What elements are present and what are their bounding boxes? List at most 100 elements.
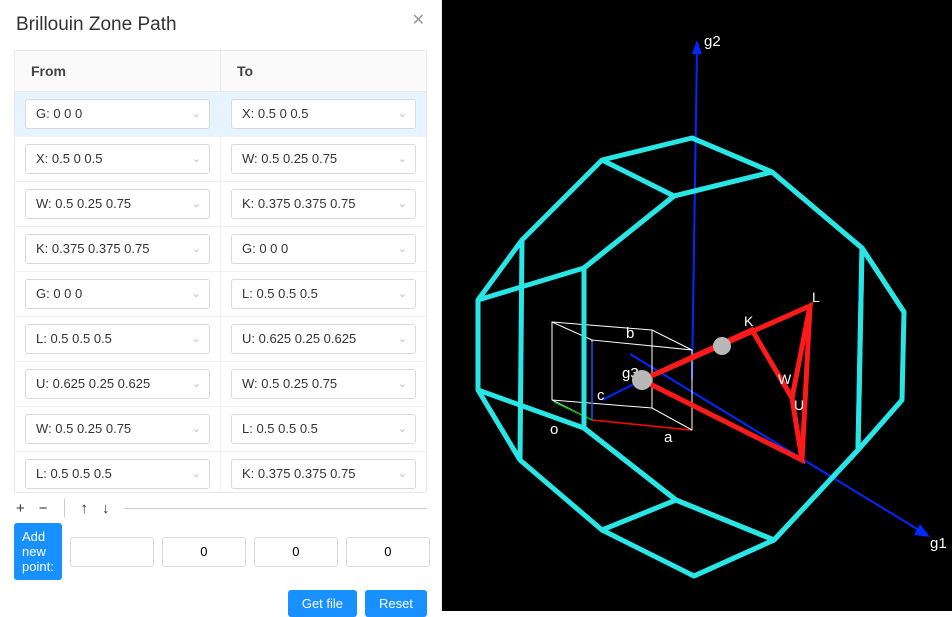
cell-to: L: 0.5 0.5 0.5⌄ xyxy=(221,272,426,316)
bz-panel: ✕ Brillouin Zone Path From To G: 0 0 0⌄ X… xyxy=(0,0,442,611)
to-select[interactable]: L: 0.5 0.5 0.5⌄ xyxy=(231,279,416,309)
to-select[interactable]: X: 0.5 0 0.5⌄ xyxy=(231,99,416,129)
midpoint-sphere xyxy=(713,337,731,355)
table-row[interactable]: G: 0 0 0⌄ X: 0.5 0 0.5⌄ xyxy=(15,92,426,137)
bz-3d-viewer[interactable]: g2 g1 g3 a c b o xyxy=(442,0,952,611)
to-select[interactable]: K: 0.375 0.375 0.75⌄ xyxy=(231,189,416,219)
cell-to: K: 0.375 0.375 0.75⌄ xyxy=(221,182,426,226)
chevron-down-icon: ⌄ xyxy=(192,100,201,128)
to-select[interactable]: L: 0.5 0.5 0.5⌄ xyxy=(231,414,416,444)
add-point-row: Add new point: xyxy=(14,523,427,580)
table-row[interactable]: G: 0 0 0⌄ L: 0.5 0.5 0.5⌄ xyxy=(15,272,426,317)
table-row[interactable]: U: 0.625 0.25 0.625⌄ W: 0.5 0.25 0.75⌄ xyxy=(15,362,426,407)
cell-to: W: 0.5 0.25 0.75⌄ xyxy=(221,137,426,181)
cell-from: G: 0 0 0⌄ xyxy=(15,92,221,136)
chevron-down-icon: ⌄ xyxy=(398,190,407,218)
col-to: To xyxy=(221,51,426,91)
table-row[interactable]: L: 0.5 0.5 0.5⌄ K: 0.375 0.375 0.75⌄ xyxy=(15,452,426,492)
cell-to: G: 0 0 0⌄ xyxy=(221,227,426,271)
chevron-down-icon: ⌄ xyxy=(192,145,201,173)
chevron-down-icon: ⌄ xyxy=(192,460,201,488)
chevron-down-icon: ⌄ xyxy=(192,235,201,263)
add-row-button[interactable]: + xyxy=(16,500,25,517)
chevron-down-icon: ⌄ xyxy=(398,325,407,353)
from-select[interactable]: G: 0 0 0⌄ xyxy=(25,279,210,309)
chevron-down-icon: ⌄ xyxy=(398,370,407,398)
point-L: L xyxy=(812,289,820,305)
from-select[interactable]: K: 0.375 0.375 0.75⌄ xyxy=(25,234,210,264)
cell-to: L: 0.5 0.5 0.5⌄ xyxy=(221,407,426,451)
from-select[interactable]: U: 0.625 0.25 0.625⌄ xyxy=(25,369,210,399)
chevron-down-icon: ⌄ xyxy=(192,415,201,443)
cell-to: U: 0.625 0.25 0.625⌄ xyxy=(221,317,426,361)
vector-b-label: b xyxy=(626,325,634,342)
cell-from: K: 0.375 0.375 0.75⌄ xyxy=(15,227,221,271)
chevron-down-icon: ⌄ xyxy=(398,100,407,128)
to-select[interactable]: U: 0.625 0.25 0.625⌄ xyxy=(231,324,416,354)
table-row[interactable]: W: 0.5 0.25 0.75⌄ L: 0.5 0.5 0.5⌄ xyxy=(15,407,426,452)
axis-g1-arrow xyxy=(914,524,930,537)
vector-a xyxy=(592,420,690,430)
toolbar-divider xyxy=(64,499,65,517)
chevron-down-icon: ⌄ xyxy=(192,190,201,218)
table-row[interactable]: K: 0.375 0.375 0.75⌄ G: 0 0 0⌄ xyxy=(15,227,426,272)
move-down-button[interactable]: ↓ xyxy=(102,500,110,517)
chevron-down-icon: ⌄ xyxy=(398,145,407,173)
vector-c-label: c xyxy=(597,387,605,404)
path-table: From To G: 0 0 0⌄X: 0.5 0 0.5⌄X: 0.5 0 0… xyxy=(14,50,427,493)
page-title: Brillouin Zone Path xyxy=(16,14,427,36)
get-file-button[interactable]: Get file xyxy=(288,590,357,617)
move-up-button[interactable]: ↑ xyxy=(81,500,89,517)
remove-row-button[interactable]: − xyxy=(39,500,48,517)
origin-label: o xyxy=(550,421,558,438)
vector-a-label: a xyxy=(664,429,673,446)
coord-y-input[interactable] xyxy=(254,537,338,567)
to-select[interactable]: W: 0.5 0.25 0.75⌄ xyxy=(231,144,416,174)
cell-from: U: 0.625 0.25 0.625⌄ xyxy=(15,362,221,406)
chevron-down-icon: ⌄ xyxy=(398,280,407,308)
toolbar-line xyxy=(124,508,427,509)
chevron-down-icon: ⌄ xyxy=(192,280,201,308)
cell-to: K: 0.375 0.375 0.75⌄ xyxy=(221,452,426,492)
cell-from: X: 0.5 0 0.5⌄ xyxy=(15,137,221,181)
from-select[interactable]: L: 0.5 0.5 0.5⌄ xyxy=(25,324,210,354)
cell-from: W: 0.5 0.25 0.75⌄ xyxy=(15,407,221,451)
point-name-input[interactable] xyxy=(70,537,154,567)
from-select[interactable]: W: 0.5 0.25 0.75⌄ xyxy=(25,414,210,444)
to-select[interactable]: G: 0 0 0⌄ xyxy=(231,234,416,264)
coord-x-input[interactable] xyxy=(162,537,246,567)
point-W: W xyxy=(778,371,792,387)
to-select[interactable]: K: 0.375 0.375 0.75⌄ xyxy=(231,459,416,489)
cell-from: L: 0.5 0.5 0.5⌄ xyxy=(15,317,221,361)
cell-from: L: 0.5 0.5 0.5⌄ xyxy=(15,452,221,492)
cell-from: G: 0 0 0⌄ xyxy=(15,272,221,316)
col-from: From xyxy=(15,51,221,91)
chevron-down-icon: ⌄ xyxy=(398,415,407,443)
axis-g1-label: g1 xyxy=(930,535,947,552)
from-select[interactable]: X: 0.5 0 0.5⌄ xyxy=(25,144,210,174)
point-K: K xyxy=(744,313,754,329)
table-row[interactable]: X: 0.5 0 0.5⌄ W: 0.5 0.25 0.75⌄ xyxy=(15,137,426,182)
cell-to: X: 0.5 0 0.5⌄ xyxy=(221,92,426,136)
coord-z-input[interactable] xyxy=(346,537,430,567)
from-select[interactable]: G: 0 0 0⌄ xyxy=(25,99,210,129)
table-row[interactable]: W: 0.5 0.25 0.75⌄ K: 0.375 0.375 0.75⌄ xyxy=(15,182,426,227)
cell-from: W: 0.5 0.25 0.75⌄ xyxy=(15,182,221,226)
cell-to: W: 0.5 0.25 0.75⌄ xyxy=(221,362,426,406)
axis-g2 xyxy=(692,48,697,380)
close-icon[interactable]: ✕ xyxy=(412,10,425,30)
row-toolbar: + − ↑ ↓ xyxy=(16,499,427,517)
from-select[interactable]: L: 0.5 0.5 0.5⌄ xyxy=(25,459,210,489)
from-select[interactable]: W: 0.5 0.25 0.75⌄ xyxy=(25,189,210,219)
to-select[interactable]: W: 0.5 0.25 0.75⌄ xyxy=(231,369,416,399)
gamma-sphere xyxy=(632,370,652,390)
chevron-down-icon: ⌄ xyxy=(398,235,407,263)
table-row[interactable]: L: 0.5 0.5 0.5⌄ U: 0.625 0.25 0.625⌄ xyxy=(15,317,426,362)
axis-g1 xyxy=(630,354,922,532)
reset-button[interactable]: Reset xyxy=(365,590,427,617)
table-header: From To xyxy=(15,51,426,92)
chevron-down-icon: ⌄ xyxy=(398,460,407,488)
footer-buttons: Get file Reset xyxy=(14,590,427,617)
chevron-down-icon: ⌄ xyxy=(192,370,201,398)
axis-g2-label: g2 xyxy=(704,33,721,50)
